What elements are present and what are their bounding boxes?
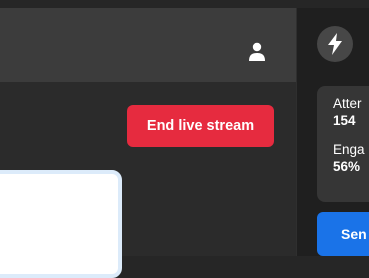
bolt-icon [328, 33, 342, 55]
right-sidebar: Atter 154 Enga 56% Sen [296, 8, 369, 256]
sidebar-divider [296, 8, 297, 256]
stat-attendees: Atter 154 [333, 96, 362, 128]
send-button[interactable]: Sen [317, 212, 369, 256]
main-area: End live stream [0, 82, 296, 278]
stat-value: 154 [333, 113, 356, 128]
stats-panel: Atter 154 Enga 56% [317, 86, 369, 202]
stat-label: Enga [333, 142, 365, 157]
stat-value: 56% [333, 159, 361, 174]
preview-card [0, 170, 122, 278]
stat-engagement: Enga 56% [333, 142, 365, 174]
stat-label: Atter [333, 96, 362, 111]
top-bar [0, 8, 296, 82]
bolt-button[interactable] [317, 26, 353, 62]
app-window: End live stream Atter 154 Enga 56% Sen [0, 0, 369, 278]
end-live-stream-button[interactable]: End live stream [127, 105, 274, 147]
user-icon[interactable] [249, 42, 265, 62]
